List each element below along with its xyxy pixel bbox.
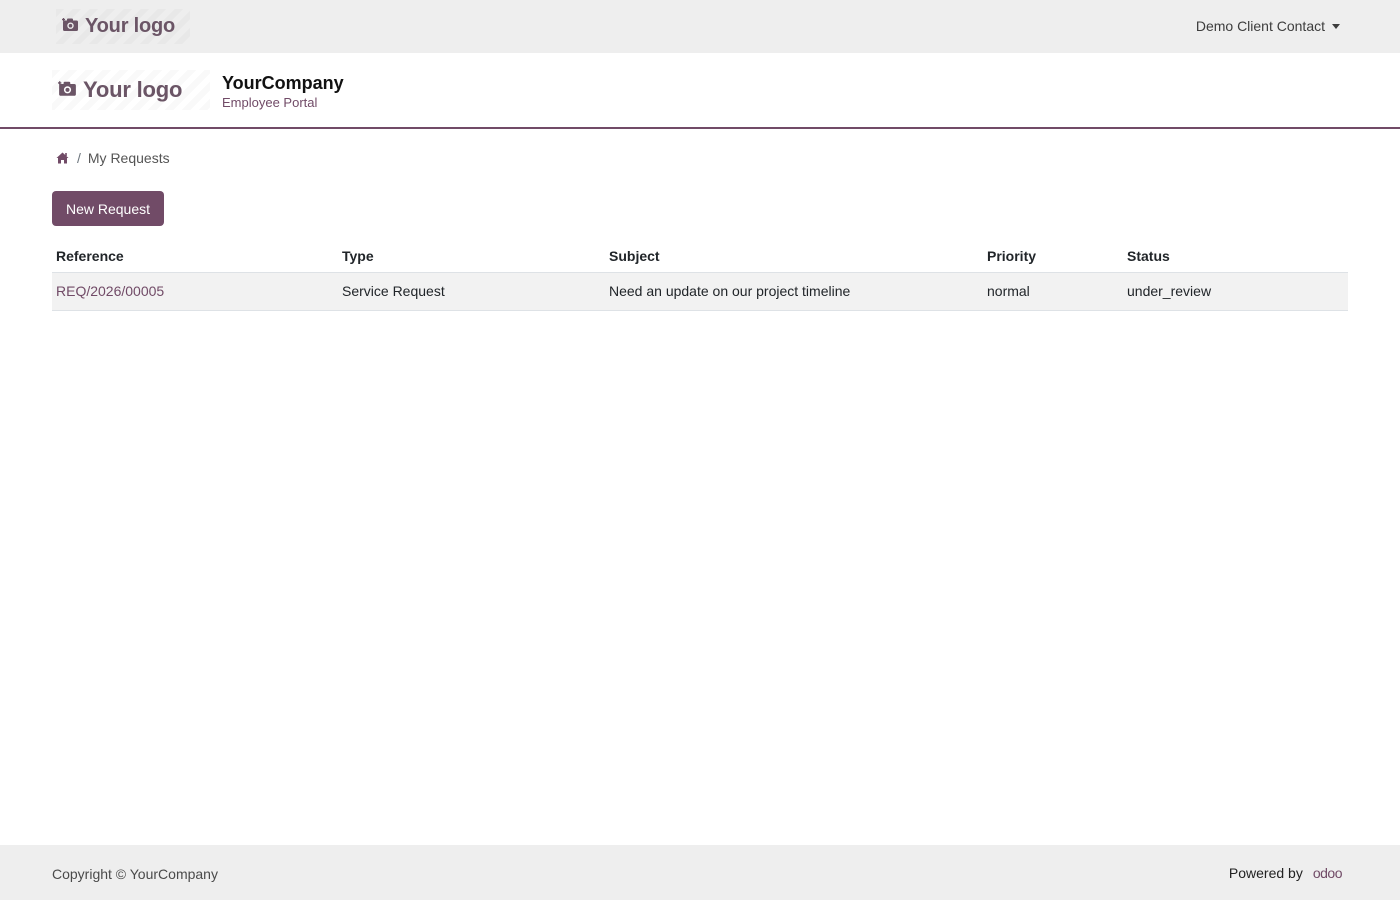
new-request-button[interactable]: New Request: [52, 191, 164, 226]
table-row[interactable]: REQ/2026/00005 Service Request Need an u…: [52, 272, 1348, 311]
caret-down-icon: [1332, 23, 1340, 29]
table-header-row: Reference Type Subject Priority Status: [52, 240, 1348, 273]
odoo-logo-link[interactable]: odoo: [1312, 865, 1343, 881]
cell-reference: REQ/2026/00005: [52, 272, 338, 311]
camera-icon: [58, 77, 77, 103]
request-reference-link[interactable]: REQ/2026/00005: [56, 283, 164, 299]
site-footer: Copyright © YourCompany Powered by odoo: [0, 845, 1400, 900]
requests-table: Reference Type Subject Priority Status R…: [52, 240, 1348, 311]
cell-type: Service Request: [338, 272, 605, 311]
top-logo-text: Your logo: [85, 15, 176, 37]
copyright-text: Copyright © YourCompany: [52, 866, 218, 882]
breadcrumb: / My Requests: [56, 148, 170, 168]
header-logo-text: Your logo: [83, 77, 183, 102]
site-header: Your logo YourCompany Employee Portal: [0, 53, 1400, 129]
cell-priority: normal: [983, 272, 1123, 311]
company-block: YourCompany Employee Portal: [222, 73, 344, 111]
column-header-priority: Priority: [983, 240, 1123, 273]
powered-by-label: Powered by: [1228, 865, 1303, 881]
user-menu-dropdown[interactable]: Demo Client Contact: [1196, 18, 1340, 34]
company-name: YourCompany: [222, 73, 344, 93]
column-header-type: Type: [338, 240, 605, 273]
powered-by: Powered by odoo: [1228, 865, 1343, 881]
portal-name: Employee Portal: [222, 95, 318, 110]
cell-subject: Need an update on our project timeline: [605, 272, 983, 311]
column-header-subject: Subject: [605, 240, 983, 273]
column-header-reference: Reference: [52, 240, 338, 273]
top-logo[interactable]: Your logo: [56, 9, 190, 44]
odoo-brand-text: odoo: [1312, 865, 1343, 881]
breadcrumb-current: My Requests: [87, 150, 170, 166]
cell-status: under_review: [1123, 272, 1348, 311]
column-header-status: Status: [1123, 240, 1348, 273]
header-logo[interactable]: Your logo: [52, 70, 210, 110]
top-bar: Your logo Demo Client Contact: [0, 0, 1400, 53]
user-menu-label: Demo Client Contact: [1195, 18, 1325, 34]
breadcrumb-separator: /: [77, 150, 81, 166]
home-icon[interactable]: [56, 152, 69, 164]
camera-icon: [62, 15, 79, 38]
